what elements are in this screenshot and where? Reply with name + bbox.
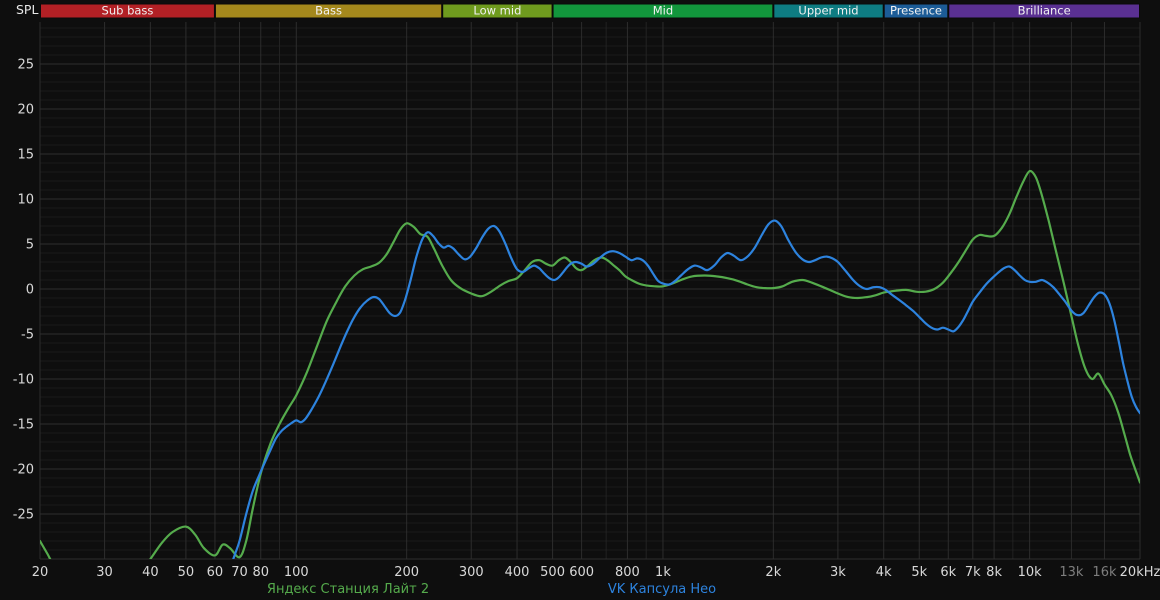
x-tick-label: 500 [540,565,565,580]
x-tick-label: 10k [1018,565,1043,580]
y-tick-label: 5 [26,238,34,253]
x-tick-label: 600 [569,565,594,580]
x-tick-label: 5k [911,565,927,580]
y-tick-label: 0 [26,283,34,298]
x-tick-label: 2k [765,565,781,580]
x-tick-label: 40 [142,565,159,580]
x-tick-label: 13k [1059,565,1084,580]
x-tick-label: 16k [1092,565,1117,580]
x-tick-label: 20 [32,565,49,580]
band-upper-mid: Upper mid [773,3,884,19]
band-bass: Bass [214,3,443,19]
x-tick-label: 3k [830,565,846,580]
x-tick-label: 7k [965,565,981,580]
x-tick-label: 800 [615,565,640,580]
x-tick-label: 8k [986,565,1002,580]
frequency-bands-header: Sub bass Bass Low mid Mid Upper mid Presence B… [40,3,1140,19]
x-tick-label: 200 [394,565,419,580]
series-line-1 [232,219,1140,559]
frequency-response-chart: SPL Sub bass Bass Low mid Mid Upper mid Prese… [0,0,1160,600]
x-tick-label: 4k [876,565,892,580]
band-mid: Mid [552,3,774,19]
x-tick-label: 6k [940,565,956,580]
x-tick-label: 100 [284,565,309,580]
y-tick-label: -20 [13,463,34,478]
x-tick-label: 50 [178,565,195,580]
legend-item-vk-kapsula-neo: VK Капсула Нео [607,582,717,597]
band-sub-bass: Sub bass [40,3,215,19]
y-tick-label: 20 [17,103,34,118]
band-label: Sub bass [102,4,154,18]
y-tick-label: -5 [21,328,34,343]
y-tick-label: -15 [13,418,34,433]
band-presence: Presence [883,3,949,19]
band-brilliance: Brilliance [948,3,1140,19]
x-tick-label: 400 [505,565,530,580]
grid [39,22,1141,560]
legend-item-yandex-station-lite-2: Яндекс Станция Лайт 2 [266,582,430,597]
band-label: Bass [315,4,342,18]
x-tick-label: 20kHz [1120,565,1160,580]
x-tick-label: 60 [207,565,224,580]
band-label: Mid [653,4,673,18]
x-tick-label: 80 [252,565,269,580]
band-label: Brilliance [1018,4,1071,18]
y-tick-label: 15 [17,148,34,163]
y-tick-label: 25 [17,58,34,73]
band-label: Upper mid [798,4,858,18]
x-tick-label: 300 [459,565,484,580]
x-tick-label: 1k [655,565,671,580]
x-tick-label: 30 [96,565,113,580]
y-tick-label: 10 [17,193,34,208]
y-tick-label: -25 [13,508,34,523]
plot-area: Sub bass Bass Low mid Mid Upper mid Presence B… [13,3,1160,580]
x-tick-label: 70 [231,565,248,580]
band-label: Low mid [473,4,521,18]
band-low-mid: Low mid [442,3,553,19]
y-tick-label: -10 [13,373,34,388]
band-label: Presence [890,4,942,18]
